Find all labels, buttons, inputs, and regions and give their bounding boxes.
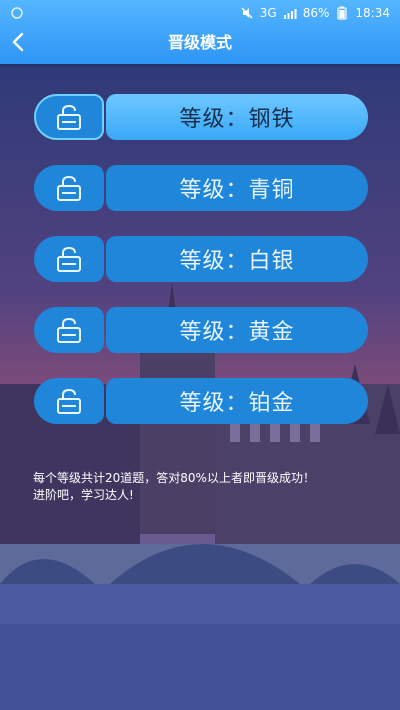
level-label[interactable]: 等级：铂金 <box>106 378 368 424</box>
level-row-platinum[interactable]: 等级：铂金 <box>34 378 368 424</box>
clock: 18:34 <box>355 6 390 20</box>
level-label[interactable]: 等级：青铜 <box>106 165 368 211</box>
lock-button[interactable] <box>34 378 104 424</box>
status-left <box>10 4 24 22</box>
network-type: 3G <box>259 6 277 20</box>
status-bar: 3G 86% 18:34 <box>240 4 390 22</box>
battery-percentage: 86% <box>302 6 330 20</box>
mute-icon <box>240 6 254 20</box>
level-list: 等级：钢铁 等级：青铜 等级：白银 等级：黄金 等级：铂金 <box>34 94 368 449</box>
notification-icon <box>10 6 24 20</box>
note-line-1: 每个等级共计20道题，答对80%以上者即晋级成功！ <box>33 471 315 485</box>
lock-open-icon <box>57 246 81 272</box>
top-bar: 3G 86% 18:34 晋级模式 <box>0 0 400 64</box>
note-line-2: 进阶吧，学习达人! <box>33 488 134 502</box>
level-row-gold[interactable]: 等级：黄金 <box>34 307 368 353</box>
battery-icon <box>335 6 349 20</box>
lock-open-icon <box>57 175 81 201</box>
lock-button[interactable] <box>34 94 104 140</box>
signal-icon <box>283 6 297 20</box>
page-title: 晋级模式 <box>167 33 232 52</box>
instructions-note: 每个等级共计20道题，答对80%以上者即晋级成功！ 进阶吧，学习达人! <box>33 470 373 504</box>
level-label[interactable]: 等级：钢铁 <box>106 94 368 140</box>
level-label[interactable]: 等级：白银 <box>106 236 368 282</box>
lock-button[interactable] <box>34 307 104 353</box>
level-row-steel[interactable]: 等级：钢铁 <box>34 94 368 140</box>
lock-open-icon <box>57 388 81 414</box>
lock-button[interactable] <box>34 165 104 211</box>
lock-button[interactable] <box>34 236 104 282</box>
level-label[interactable]: 等级：黄金 <box>106 307 368 353</box>
lock-open-icon <box>57 104 81 130</box>
level-row-silver[interactable]: 等级：白银 <box>34 236 368 282</box>
level-row-bronze[interactable]: 等级：青铜 <box>34 165 368 211</box>
lock-open-icon <box>57 317 81 343</box>
